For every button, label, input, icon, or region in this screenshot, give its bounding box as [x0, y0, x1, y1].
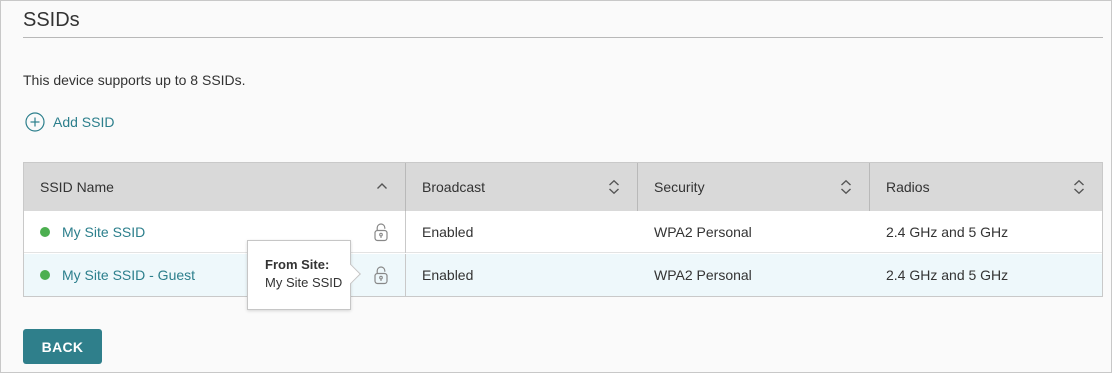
ssid-capacity-text: This device supports up to 8 SSIDs. — [23, 72, 246, 88]
ssids-panel: SSIDs This device supports up to 8 SSIDs… — [0, 0, 1112, 373]
broadcast-cell: Enabled — [422, 267, 474, 283]
add-ssid-button[interactable]: Add SSID — [25, 112, 114, 132]
ssid-name-link[interactable]: My Site SSID — [62, 224, 145, 240]
table-row[interactable]: My Site SSID - Guest Enabled WPA2 Person… — [24, 254, 1102, 296]
table-header: SSID Name Broadcast Security Radios — [24, 163, 1102, 211]
section-title: SSIDs — [23, 9, 80, 31]
column-header-label: SSID Name — [40, 179, 114, 195]
column-header-security[interactable]: Security — [638, 163, 870, 211]
back-button[interactable]: BACK — [23, 329, 102, 364]
sort-both-icon[interactable] — [1072, 179, 1086, 198]
add-ssid-label: Add SSID — [53, 114, 115, 130]
title-divider — [23, 37, 1103, 38]
column-header-label: Broadcast — [422, 179, 486, 195]
chevron-up-icon[interactable] — [375, 179, 389, 196]
radios-cell: 2.4 GHz and 5 GHz — [886, 223, 1009, 240]
radios-cell: 2.4 GHz and 5 GHz — [886, 267, 1009, 283]
status-dot-icon — [40, 270, 50, 280]
ssid-name-link[interactable]: My Site SSID - Guest — [62, 267, 195, 283]
from-site-tooltip: From Site: My Site SSID — [247, 240, 361, 310]
tooltip-value: My Site SSID — [265, 275, 343, 290]
column-header-ssid-name[interactable]: SSID Name — [24, 163, 406, 211]
lock-icon[interactable] — [373, 265, 389, 288]
broadcast-cell: Enabled — [422, 223, 474, 240]
tooltip-title: From Site: — [265, 257, 330, 272]
column-header-radios[interactable]: Radios — [870, 163, 1102, 211]
plus-circle-icon — [25, 112, 45, 132]
table-row[interactable]: My Site SSID Enabled WPA2 Personal 2.4 G… — [24, 210, 1102, 253]
status-dot-icon — [40, 226, 50, 237]
sort-both-icon[interactable] — [607, 179, 621, 198]
security-cell: WPA2 Personal — [654, 223, 752, 240]
lock-icon[interactable] — [373, 222, 389, 245]
sort-both-icon[interactable] — [839, 179, 853, 198]
security-cell: WPA2 Personal — [654, 267, 752, 283]
column-header-label: Radios — [886, 179, 930, 195]
column-header-label: Security — [654, 179, 705, 195]
column-header-broadcast[interactable]: Broadcast — [406, 163, 638, 211]
ssid-table: SSID Name Broadcast Security Radios My S… — [23, 162, 1103, 297]
